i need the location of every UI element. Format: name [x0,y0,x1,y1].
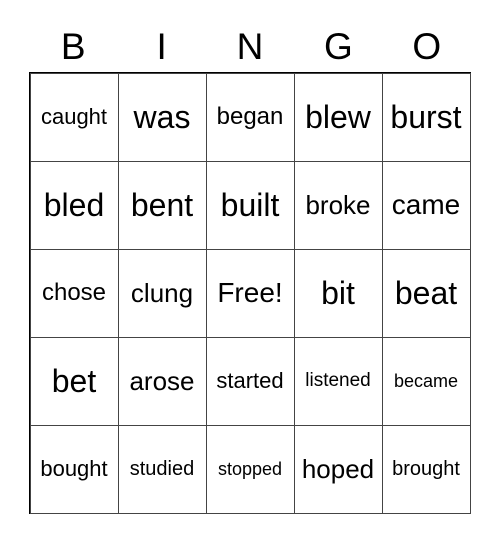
header-letter-n: N [236,26,264,67]
bingo-cell[interactable]: listened [293,336,383,426]
bingo-cell[interactable]: bought [29,424,119,514]
bingo-cell[interactable]: came [381,160,471,250]
bingo-cell[interactable]: burst [381,72,471,162]
bingo-cell[interactable]: built [205,160,295,250]
bingo-cell[interactable]: arose [117,336,207,426]
header-letter-i: I [156,26,167,67]
bingo-cell[interactable]: bent [117,160,207,250]
bingo-grid: caught was began blew burst bled bent built brok… [29,72,471,514]
bingo-cell[interactable]: began [205,72,295,162]
bingo-cell[interactable]: caught [29,72,119,162]
bingo-cell[interactable]: bet [29,336,119,426]
bingo-cell[interactable]: broke [293,160,383,250]
bingo-cell[interactable]: started [205,336,295,426]
bingo-cell[interactable]: bled [29,160,119,250]
free-space-cell[interactable]: Free! [205,248,295,338]
bingo-cell[interactable]: chose [29,248,119,338]
bingo-cell[interactable]: hoped [293,424,383,514]
bingo-cell[interactable]: became [381,336,471,426]
header-letter-o: O [412,26,442,67]
header-letter-b: B [60,26,86,67]
bingo-cell[interactable]: was [117,72,207,162]
bingo-cell[interactable]: blew [293,72,383,162]
bingo-cell[interactable]: studied [117,424,207,514]
header-letter-g: G [323,26,353,67]
bingo-cell[interactable]: bit [293,248,383,338]
bingo-cell[interactable]: clung [117,248,207,338]
bingo-cell[interactable]: stopped [205,424,295,514]
bingo-cell[interactable]: beat [381,248,471,338]
bingo-cell[interactable]: brought [381,424,471,514]
bingo-header: B I N G O [29,22,471,72]
